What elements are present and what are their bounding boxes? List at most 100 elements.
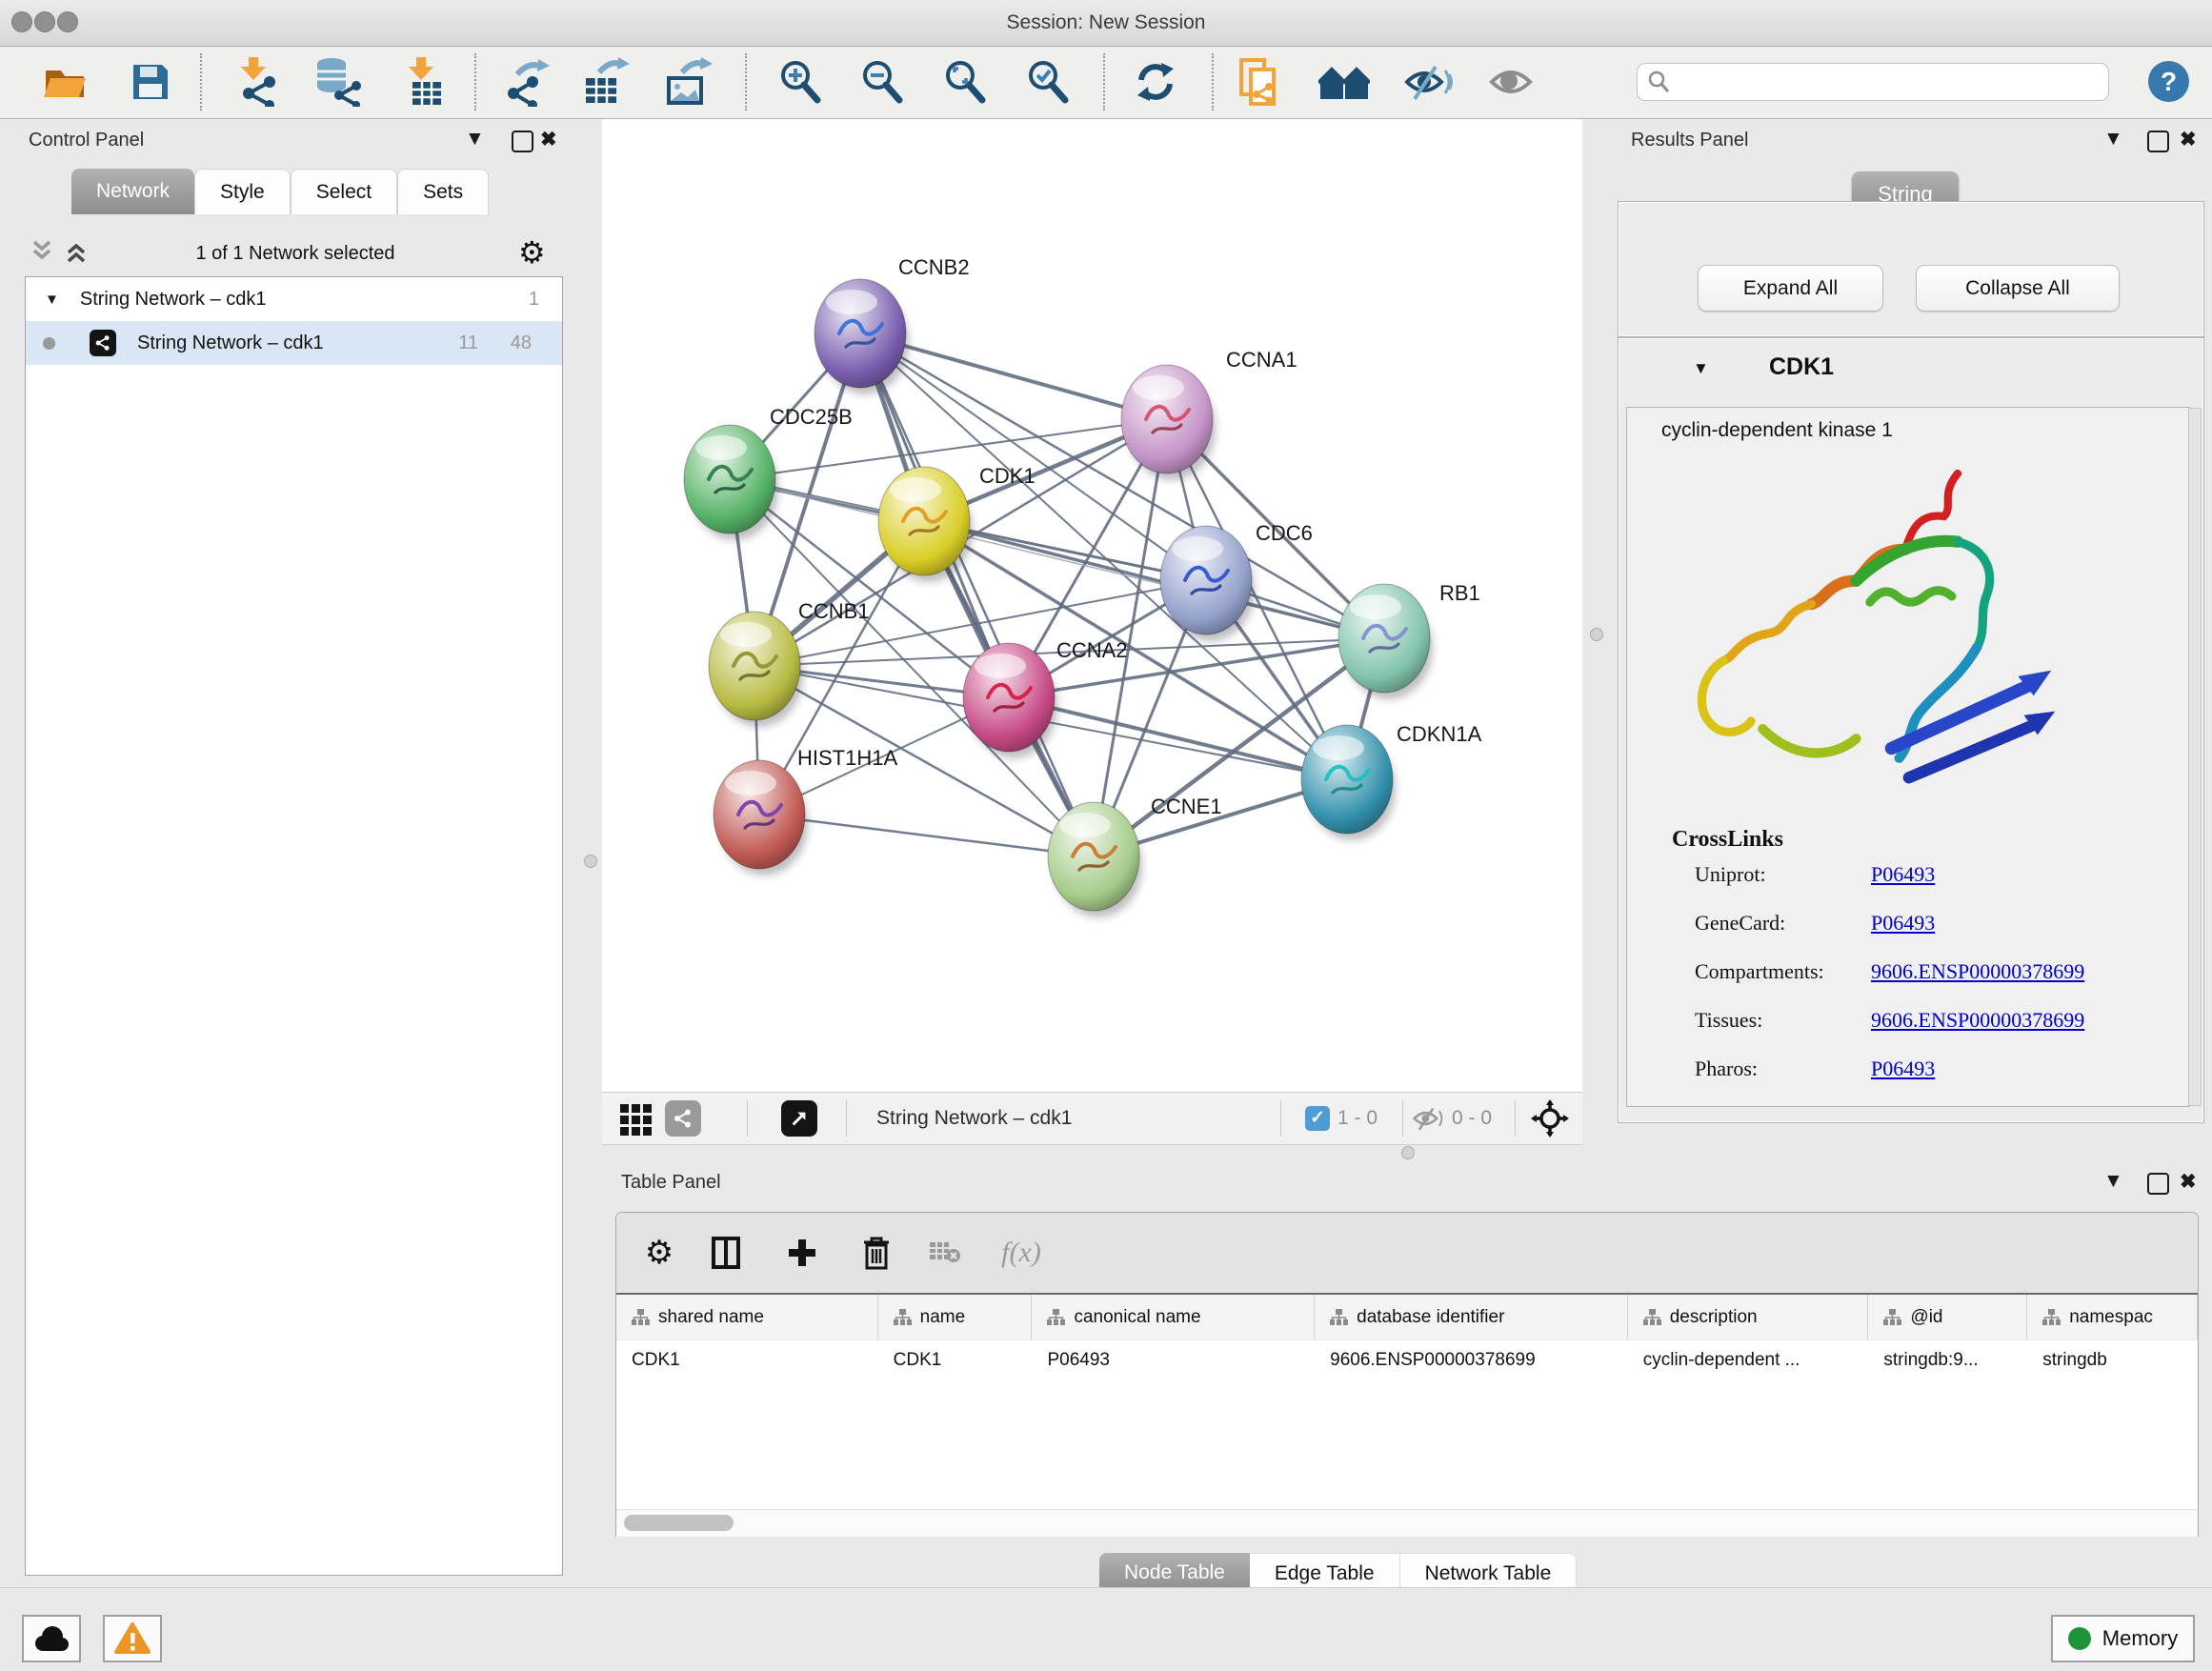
column-header-shared-name[interactable]: shared name [616,1295,878,1339]
node-CCNE1[interactable]: CCNE1 [1048,795,1222,917]
results-panel-close-icon[interactable]: ✖ [2180,128,2197,151]
collapse-all-button[interactable]: Collapse All [1916,265,2120,312]
add-column-icon[interactable] [785,1236,819,1270]
export-network-button[interactable] [502,55,555,109]
zoom-out-button[interactable] [855,55,909,109]
search-field[interactable] [1637,63,2109,101]
results-panel-float-icon[interactable] [2147,131,2169,152]
pan-crosshair-icon[interactable] [1531,1099,1569,1142]
tab-network[interactable]: Network [71,169,194,214]
control-panel-menu-icon[interactable]: ▼ [465,128,485,151]
selected-count: 1 - 0 [1337,1093,1377,1144]
refresh-layout-button[interactable] [1129,55,1182,109]
column-header-canonical-name[interactable]: canonical name [1032,1295,1315,1339]
external-arrow-icon [789,1108,810,1129]
save-session-button[interactable] [124,55,177,109]
tab-select[interactable]: Select [291,169,397,214]
network-type-button[interactable] [665,1100,701,1137]
gene-collapse-icon[interactable]: ▼ [1693,359,1709,378]
column-header-database-identifier[interactable]: database identifier [1315,1295,1628,1339]
results-panel-menu-icon[interactable]: ▼ [2103,128,2123,151]
node-CCNA2[interactable]: CCNA2 [963,638,1128,758]
selected-checkbox-icon[interactable]: ✓ [1305,1106,1330,1131]
control-panel-float-icon[interactable] [512,131,533,152]
table-cell[interactable]: CDK1 [878,1340,1033,1380]
column-header--id[interactable]: @id [1868,1295,2027,1339]
table-settings-gear-icon[interactable]: ⚙ [642,1236,676,1270]
show-all-button[interactable] [1484,55,1538,109]
import-network-file-button[interactable] [231,55,285,109]
crosslink-label: Pharos: [1695,1057,1758,1081]
export-image-button[interactable] [663,55,716,109]
node-RB1[interactable]: RB1 [1338,581,1480,699]
table-row[interactable]: CDK1CDK1P064939606.ENSP00000378699cyclin… [616,1339,2198,1380]
node-CDKN1A[interactable]: CDKN1A [1301,722,1482,840]
column-header-description[interactable]: description [1628,1295,1869,1339]
crosslink-link[interactable]: P06493 [1871,1057,1935,1081]
table-horizontal-scrollbar[interactable] [616,1509,2198,1537]
zoom-in-button[interactable] [774,55,827,109]
export-table-button[interactable] [580,55,633,109]
collection-expand-icon[interactable]: ▼ [45,292,59,308]
expand-all-button[interactable]: Expand All [1698,265,1883,312]
gene-description: cyclin-dependent kinase 1 [1661,419,1893,442]
table-panel-close-icon[interactable]: ✖ [2180,1170,2197,1194]
node-CDK1[interactable]: CDK1 [878,464,1036,582]
show-columns-icon[interactable] [709,1236,743,1270]
open-session-button[interactable] [38,55,91,109]
import-network-database-button[interactable] [311,55,364,109]
collapse-all-tree-icon[interactable] [29,238,55,270]
network-graph[interactable]: CCNB2CCNA1CDC25BCDK1CDC6RB1CCNB1CCNA2CDK… [602,119,1582,1092]
left-splitter-handle[interactable] [584,855,597,868]
open-folder-icon [42,61,88,103]
edge-CCNB2-CCNE1[interactable] [860,333,1094,856]
node-HIST1H1A[interactable]: HIST1H1A [714,746,897,876]
edge-HIST1H1A-CCNE1[interactable] [759,815,1094,856]
tab-sets[interactable]: Sets [397,169,489,214]
detach-view-button[interactable] [781,1100,817,1137]
help-button[interactable]: ? [2148,61,2189,102]
crosslink-link[interactable]: P06493 [1871,911,1935,936]
expand-all-tree-icon[interactable] [63,238,90,270]
control-panel-close-icon[interactable]: ✖ [540,128,557,151]
network-options-gear-icon[interactable]: ⚙ [518,234,546,271]
table-cell[interactable]: P06493 [1032,1340,1315,1380]
table-panel-menu-icon[interactable]: ▼ [2103,1170,2123,1193]
right-splitter-handle[interactable] [1590,628,1603,641]
table-cell[interactable]: CDK1 [616,1340,878,1380]
cloud-button[interactable] [22,1615,81,1662]
warnings-button[interactable] [103,1615,162,1662]
node-CDC6[interactable]: CDC6 [1160,521,1313,641]
search-input[interactable] [1672,70,2085,94]
import-table-file-button[interactable] [399,55,452,109]
crosslink-link[interactable]: P06493 [1871,862,1935,887]
zoom-selected-button[interactable] [1021,55,1075,109]
home-button[interactable] [1317,55,1371,109]
crosslink-link[interactable]: 9606.ENSP00000378699 [1871,1008,2084,1033]
zoom-fit-button[interactable] [938,55,992,109]
table-cell[interactable]: stringdb [2027,1340,2198,1380]
tab-style[interactable]: Style [194,169,291,214]
node-CDC25B[interactable]: CDC25B [684,405,853,540]
network-collection-row[interactable]: ▼ String Network – cdk1 1 [26,277,562,321]
horizontal-splitter-handle[interactable] [1401,1146,1415,1159]
table-cell[interactable]: cyclin-dependent ... [1628,1340,1869,1380]
crosslink-link[interactable]: 9606.ENSP00000378699 [1871,959,2084,984]
delete-column-icon[interactable] [859,1236,894,1270]
column-header-name[interactable]: name [878,1295,1033,1339]
copy-network-button[interactable] [1233,55,1286,109]
scrollbar-thumb[interactable] [624,1515,734,1531]
gene-section: ▼ CDK1 cyclin-dependent kinase 1 CrossL [1618,337,2204,1123]
node-CCNB2[interactable]: CCNB2 [814,255,970,394]
table-cell[interactable]: stringdb:9... [1868,1340,2027,1380]
hide-selected-button[interactable] [1401,55,1455,109]
column-header-namespac[interactable]: namespac [2027,1295,2198,1339]
birds-eye-view-button[interactable] [618,1100,654,1141]
network-row[interactable]: String Network – cdk1 11 48 [26,321,562,365]
results-scrollbar[interactable] [2188,408,2202,1106]
table-cell[interactable]: 9606.ENSP00000378699 [1315,1340,1628,1380]
network-canvas[interactable]: CCNB2CCNA1CDC25BCDK1CDC6RB1CCNB1CCNA2CDK… [602,119,1582,1092]
memory-button[interactable]: Memory [2051,1615,2195,1662]
zoom-in-icon [777,59,823,105]
table-panel-float-icon[interactable] [2147,1173,2169,1195]
